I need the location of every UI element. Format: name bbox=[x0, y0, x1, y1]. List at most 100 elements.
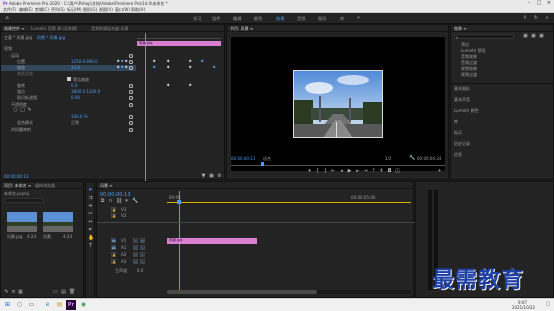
settings-icon[interactable]: ⚙ bbox=[217, 174, 222, 179]
sync-lock-v1[interactable]: ⇋ bbox=[133, 238, 138, 243]
play-icon[interactable]: ▶ bbox=[347, 169, 352, 174]
add-marker-icon[interactable]: ▾ bbox=[124, 199, 129, 204]
new-item-icon[interactable]: ▤ bbox=[61, 290, 66, 295]
timeline-settings-icon[interactable]: 🔧 bbox=[132, 199, 138, 204]
mark-out-icon[interactable]: } bbox=[323, 169, 328, 174]
resolution-dropdown[interactable]: 1/2 bbox=[385, 156, 391, 161]
pen-tool-icon[interactable]: ✒ bbox=[88, 228, 93, 233]
workspace-libraries[interactable]: 库 bbox=[340, 16, 344, 22]
keyframe-prev-position[interactable] bbox=[116, 59, 120, 63]
project-thumb-image[interactable] bbox=[7, 212, 37, 232]
section-essential-graphics[interactable]: 基本图形 bbox=[454, 86, 470, 92]
hand-tool-icon[interactable]: ✋ bbox=[88, 236, 94, 241]
step-back-icon[interactable]: ◂ bbox=[339, 169, 344, 174]
solo-a2[interactable]: S bbox=[140, 252, 145, 257]
windows-start-icon[interactable]: ⊞ bbox=[4, 302, 11, 308]
scale-value[interactable]: 33.0 bbox=[71, 65, 80, 70]
selection-tool-icon[interactable]: ➤ bbox=[88, 188, 93, 193]
file-explorer-icon[interactable]: ▤ bbox=[56, 302, 63, 308]
sequence-clip-label[interactable]: 风景 * 风景.jpg bbox=[37, 35, 65, 41]
reset-position-icon[interactable] bbox=[129, 60, 133, 64]
home-icon[interactable]: ⌂ bbox=[4, 16, 10, 21]
keyframe-rotation-2[interactable] bbox=[188, 83, 192, 87]
step-forward-icon[interactable]: ▸ bbox=[355, 169, 360, 174]
fit-dropdown[interactable]: 适合 bbox=[263, 156, 271, 162]
source-patch-a1[interactable]: A1 bbox=[111, 245, 116, 250]
keyframe-scale-4[interactable] bbox=[212, 65, 216, 69]
reset-rotation-icon[interactable] bbox=[129, 84, 133, 88]
workspace-color[interactable]: 颜色 bbox=[254, 16, 262, 22]
export-frame-icon[interactable]: ▣ bbox=[209, 174, 214, 179]
anchor-values[interactable]: 1800.0 1200.0 bbox=[71, 89, 100, 94]
filter-icon[interactable]: ▼ bbox=[201, 174, 206, 179]
timeline-clip[interactable]: 风景.jpg bbox=[167, 238, 257, 244]
keyframe-position-3[interactable] bbox=[188, 59, 192, 63]
search-icon[interactable]: ○ bbox=[16, 302, 23, 308]
maximize-button[interactable]: □ bbox=[534, 0, 544, 7]
extract-icon[interactable]: ⇞ bbox=[379, 169, 384, 174]
tab-effect-controls[interactable]: 效果控件 ≡ bbox=[4, 26, 25, 32]
reset-antiflicker-icon[interactable] bbox=[129, 96, 133, 100]
rotation-value[interactable]: 0.0 bbox=[71, 83, 77, 88]
mute-a3[interactable]: M bbox=[133, 259, 138, 264]
tab-source[interactable]: 源:(无剪辑) bbox=[57, 26, 77, 32]
track-select-tool-icon[interactable]: ⇉ bbox=[88, 196, 93, 201]
effects-search-input[interactable]: ⌕ bbox=[454, 34, 514, 40]
reset-blend-icon[interactable] bbox=[129, 121, 133, 125]
tab-program[interactable]: 节目: 风景 ≡ bbox=[230, 26, 253, 32]
toggle-lock-a3[interactable]: 🔒 bbox=[111, 259, 116, 264]
timeline-horizontal-scrollbar[interactable] bbox=[167, 290, 411, 294]
sync-icon[interactable]: ↻ bbox=[533, 16, 539, 21]
pen-mask-icon[interactable]: ✎ bbox=[27, 108, 32, 113]
tab-timeline-sequence[interactable]: 风景 ≡ bbox=[100, 183, 113, 189]
toggle-lock-v3[interactable]: 🔒 bbox=[111, 207, 116, 212]
section-libraries[interactable]: 库 bbox=[454, 119, 458, 125]
yuv-effects-icon[interactable]: ▣ bbox=[539, 34, 544, 39]
reset-motion-icon[interactable] bbox=[129, 54, 133, 58]
opacity-value[interactable]: 100.0 % bbox=[71, 114, 88, 119]
ellipse-mask-icon[interactable]: ○ bbox=[13, 108, 18, 113]
pencil-icon[interactable]: ✎ bbox=[4, 290, 9, 295]
workspace-assembly[interactable]: 组件 bbox=[212, 16, 220, 22]
go-to-out-icon[interactable]: ⇥ bbox=[363, 169, 368, 174]
add-button-icon[interactable]: + bbox=[437, 169, 442, 174]
section-essential-sound[interactable]: 基本声音 bbox=[454, 97, 470, 103]
edge-browser-icon[interactable]: e bbox=[44, 302, 51, 308]
workspace-graphics[interactable]: 图形 bbox=[318, 16, 326, 22]
mark-in-icon[interactable]: { bbox=[315, 169, 320, 174]
tab-lumetri-scopes[interactable]: Lumetri 范围 bbox=[31, 26, 56, 32]
rectangle-mask-icon[interactable]: □ bbox=[20, 108, 25, 113]
uniform-scale-checkbox[interactable] bbox=[67, 77, 71, 81]
tab-project[interactable]: 项目: 未命名 ≡ bbox=[4, 183, 31, 189]
app-green-icon[interactable]: ◉ bbox=[80, 302, 87, 308]
blend-mode-select[interactable]: 正常 bbox=[71, 120, 79, 126]
keyframe-next-position[interactable] bbox=[124, 59, 128, 63]
reset-scale-icon[interactable] bbox=[129, 66, 133, 70]
time-remap-label[interactable]: 时间重映射 bbox=[11, 127, 31, 133]
toggle-output-v1[interactable]: 👁 bbox=[140, 238, 145, 243]
notifications-icon[interactable]: ▢ bbox=[545, 302, 551, 307]
insert-sequence-icon[interactable]: ⧉ bbox=[100, 199, 105, 204]
wrench-icon[interactable]: 🔧 bbox=[409, 156, 415, 161]
mute-a1[interactable]: M bbox=[133, 245, 138, 250]
reset-anchor-icon[interactable] bbox=[129, 90, 133, 94]
accelerated-effects-icon[interactable]: ▣ bbox=[523, 34, 528, 39]
section-history[interactable]: 历史记录 bbox=[454, 141, 470, 147]
position-values[interactable]: 1250.0 890.0 bbox=[71, 59, 98, 64]
comparison-view-icon[interactable]: ◫ bbox=[395, 169, 400, 174]
section-lumetri-color[interactable]: Lumetri 颜色 bbox=[454, 108, 479, 114]
keyframe-rotation-1[interactable] bbox=[166, 83, 170, 87]
linked-selection-icon[interactable]: ⛓ bbox=[116, 199, 122, 204]
keyframe-position-4[interactable] bbox=[200, 59, 204, 63]
export-frame-icon[interactable]: ◘ bbox=[387, 169, 392, 174]
effects-item-video-transitions[interactable]: 视频过渡 bbox=[461, 72, 477, 78]
ripple-edit-tool-icon[interactable]: ⇹ bbox=[88, 204, 93, 209]
source-patch-v1[interactable]: V1 bbox=[111, 238, 116, 243]
premiere-taskbar-icon[interactable]: Pr bbox=[66, 300, 76, 310]
keyframe-add-position[interactable] bbox=[120, 59, 124, 63]
reset-opacity-value-icon[interactable] bbox=[129, 115, 133, 119]
icon-view-icon[interactable]: ▦ bbox=[18, 290, 23, 295]
solo-a3[interactable]: S bbox=[140, 259, 145, 264]
clip-bar[interactable]: 风景.jpg bbox=[137, 41, 221, 46]
task-view-icon[interactable]: ▭ bbox=[28, 302, 35, 308]
